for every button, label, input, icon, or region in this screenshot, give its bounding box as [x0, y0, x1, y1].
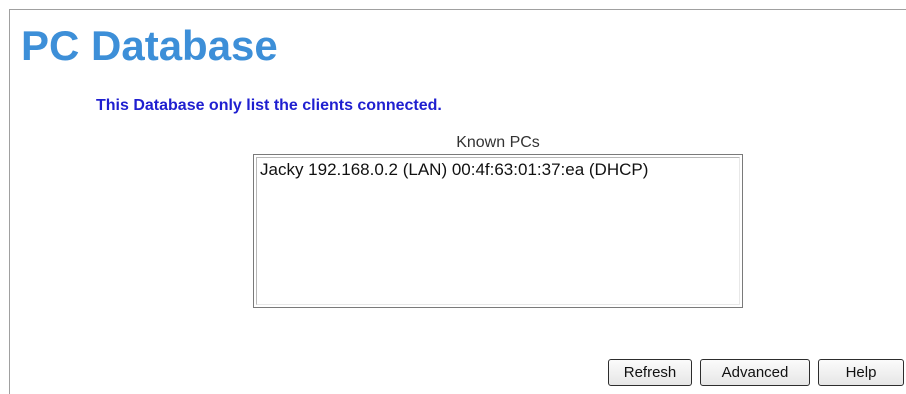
page-title: PC Database — [21, 22, 278, 69]
refresh-button[interactable]: Refresh — [608, 359, 692, 386]
database-notice: This Database only list the clients conn… — [96, 97, 442, 114]
content-frame: PC Database This Database only list the … — [9, 9, 906, 394]
known-pcs-listbox[interactable]: Jacky 192.168.0.2 (LAN) 00:4f:63:01:37:e… — [253, 154, 743, 308]
known-pcs-list[interactable]: Jacky 192.168.0.2 (LAN) 00:4f:63:01:37:e… — [256, 157, 740, 305]
list-item[interactable]: Jacky 192.168.0.2 (LAN) 00:4f:63:01:37:e… — [257, 158, 739, 182]
help-button[interactable]: Help — [818, 359, 904, 386]
known-pcs-label: Known PCs — [456, 134, 540, 151]
advanced-button[interactable]: Advanced — [700, 359, 810, 386]
